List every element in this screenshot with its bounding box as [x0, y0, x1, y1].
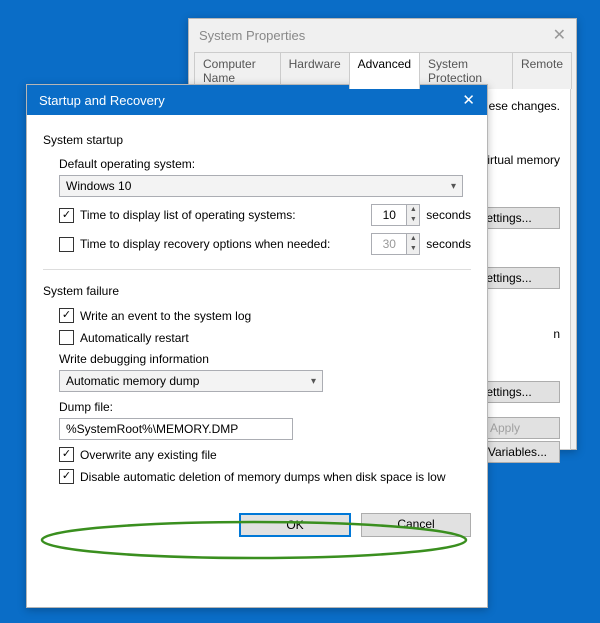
chevron-down-icon: ▾	[311, 376, 316, 387]
default-os-label: Default operating system:	[59, 157, 471, 171]
debug-info-label: Write debugging information	[59, 352, 471, 366]
startup-recovery-dialog: Startup and Recovery ✕ System startup De…	[26, 84, 488, 608]
dump-file-input[interactable]: %SystemRoot%\MEMORY.DMP	[59, 418, 293, 440]
time-list-spinner[interactable]: 10 ▲▼	[371, 204, 420, 226]
auto-restart-label: Automatically restart	[80, 331, 189, 345]
default-os-value: Windows 10	[66, 179, 131, 193]
tab-advanced[interactable]: Advanced	[349, 52, 420, 89]
time-recovery-label: Time to display recovery options when ne…	[80, 237, 330, 251]
system-startup-header: System startup	[43, 133, 471, 147]
window-title: Startup and Recovery	[39, 93, 165, 108]
debug-info-value: Automatic memory dump	[66, 374, 199, 388]
window-title: System Properties	[199, 28, 305, 43]
write-event-checkbox[interactable]: ✓	[59, 308, 74, 323]
system-failure-header: System failure	[43, 284, 471, 298]
divider	[43, 269, 471, 270]
disable-delete-label: Disable automatic deletion of memory dum…	[80, 470, 446, 484]
close-icon[interactable]: ✕	[553, 25, 566, 45]
titlebar: System Properties ✕	[189, 19, 576, 51]
tab-remote[interactable]: Remote	[512, 52, 572, 89]
seconds-label-2: seconds	[426, 237, 471, 251]
cancel-button[interactable]: Cancel	[361, 513, 471, 537]
ok-button[interactable]: OK	[239, 513, 351, 537]
debug-info-select[interactable]: Automatic memory dump ▾	[59, 370, 323, 392]
write-event-label: Write an event to the system log	[80, 309, 251, 323]
chevron-down-icon: ▾	[451, 181, 456, 192]
overwrite-label: Overwrite any existing file	[80, 448, 217, 462]
auto-restart-checkbox[interactable]	[59, 330, 74, 345]
time-list-label: Time to display list of operating system…	[80, 208, 296, 222]
time-recovery-checkbox[interactable]	[59, 237, 74, 252]
disable-delete-checkbox[interactable]: ✓	[59, 469, 74, 484]
titlebar: Startup and Recovery ✕	[27, 85, 487, 115]
close-icon[interactable]: ✕	[462, 91, 475, 109]
dump-file-label: Dump file:	[59, 400, 471, 414]
seconds-label: seconds	[426, 208, 471, 222]
time-list-checkbox[interactable]: ✓	[59, 208, 74, 223]
overwrite-checkbox[interactable]: ✓	[59, 447, 74, 462]
time-recovery-spinner[interactable]: 30 ▲▼	[371, 233, 420, 255]
default-os-select[interactable]: Windows 10 ▾	[59, 175, 463, 197]
